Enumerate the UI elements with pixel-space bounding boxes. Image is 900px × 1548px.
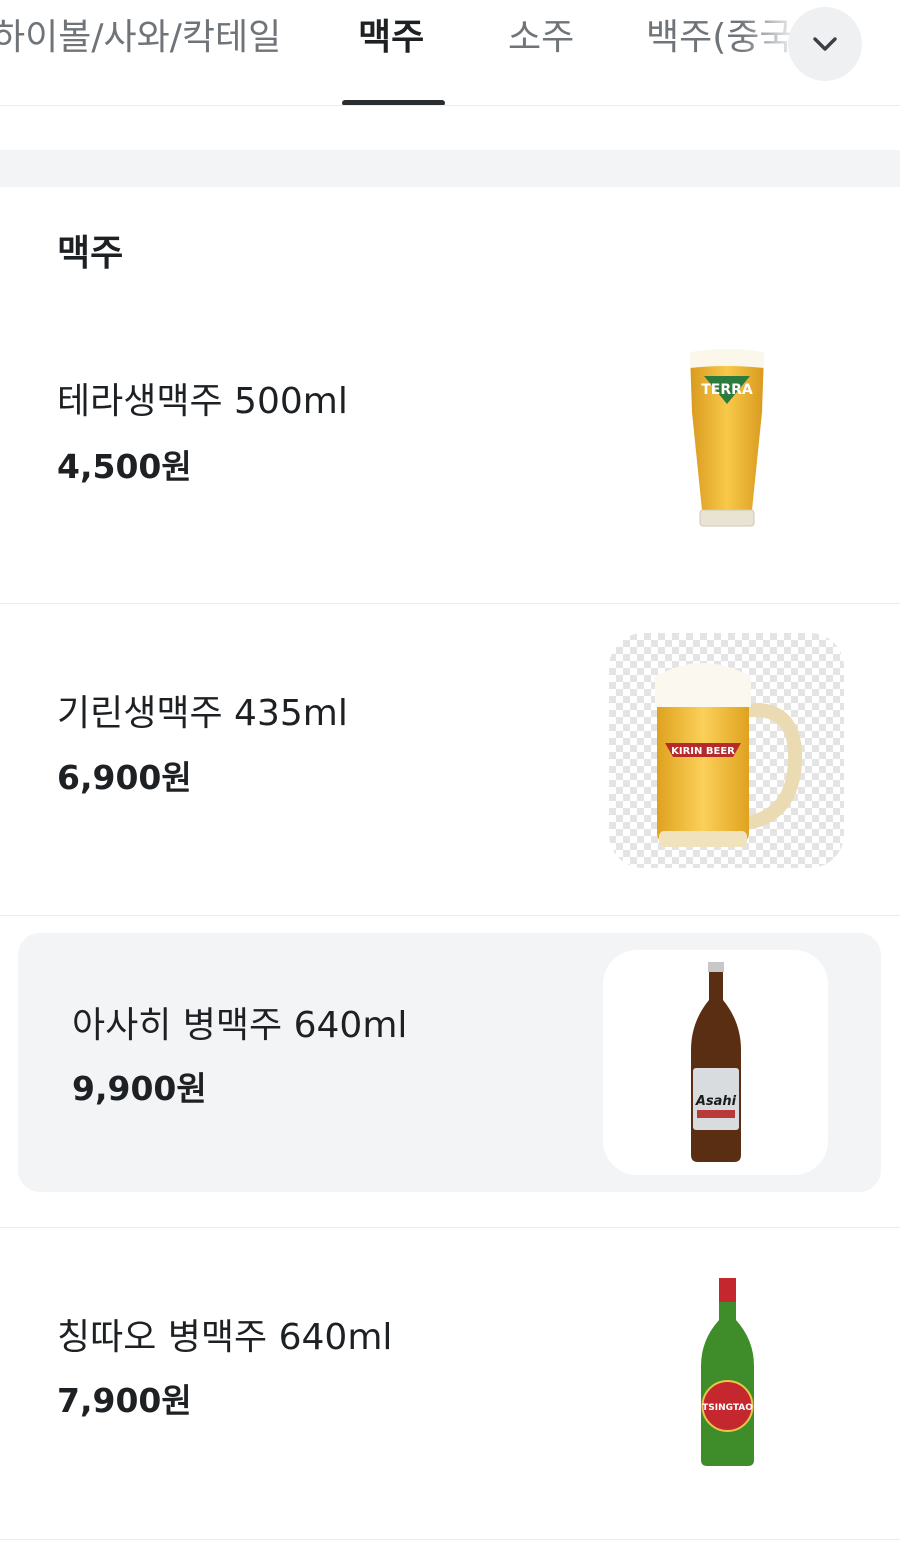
asahi-brand-text: Asahi: [695, 1094, 737, 1109]
category-tab-bar: 하이볼/사와/칵테일 맥주 소주 백주(중국술): [0, 0, 900, 106]
tab-soju[interactable]: 소주: [508, 14, 574, 62]
menu-item[interactable]: 테라생맥주 500ml 4,500원 TERRA: [0, 312, 900, 604]
tsingtao-brand-text: TSINGTAO: [702, 1403, 753, 1413]
tab-beer[interactable]: 맥주: [358, 14, 424, 62]
menu-item-price: 4,500원: [57, 447, 192, 486]
terra-beer-glass-image: TERRA: [640, 342, 815, 532]
tsingtao-beer-bottle-image: TSINGTAO: [640, 1274, 815, 1474]
menu-item-price: 7,900원: [57, 1381, 192, 1420]
kirin-beer-mug-image: KIRIN BEER: [609, 633, 844, 868]
section-title: 맥주: [57, 233, 124, 274]
menu-item-name: 칭따오 병맥주 640ml: [57, 1317, 393, 1358]
tab-highball-sour-cocktail[interactable]: 하이볼/사와/칵테일: [0, 14, 281, 62]
menu-item-name: 기린생맥주 435ml: [57, 693, 348, 734]
menu-item-price: 9,900원: [72, 1069, 207, 1108]
menu-item-price: 6,900원: [57, 758, 192, 797]
menu-item-name: 테라생맥주 500ml: [57, 381, 348, 422]
menu-item-name: 아사히 병맥주 640ml: [72, 1005, 408, 1046]
chevron-down-icon: [813, 37, 837, 51]
kirin-brand-text: KIRIN BEER: [671, 746, 735, 757]
expand-categories-button[interactable]: [788, 7, 862, 81]
menu-item[interactable]: 칭따오 병맥주 640ml 7,900원 TSINGTAO: [0, 1228, 900, 1540]
active-tab-indicator: [342, 100, 445, 105]
asahi-beer-bottle-image: Asahi: [603, 950, 828, 1175]
terra-brand-text: TERRA: [701, 382, 753, 398]
menu-item-selected[interactable]: 아사히 병맥주 640ml 9,900원 Asahi: [0, 916, 900, 1228]
section-separator-band: [0, 150, 900, 187]
menu-item[interactable]: 기린생맥주 435ml 6,900원 KIRIN BEER: [0, 604, 900, 916]
item-divider: [0, 1539, 900, 1540]
